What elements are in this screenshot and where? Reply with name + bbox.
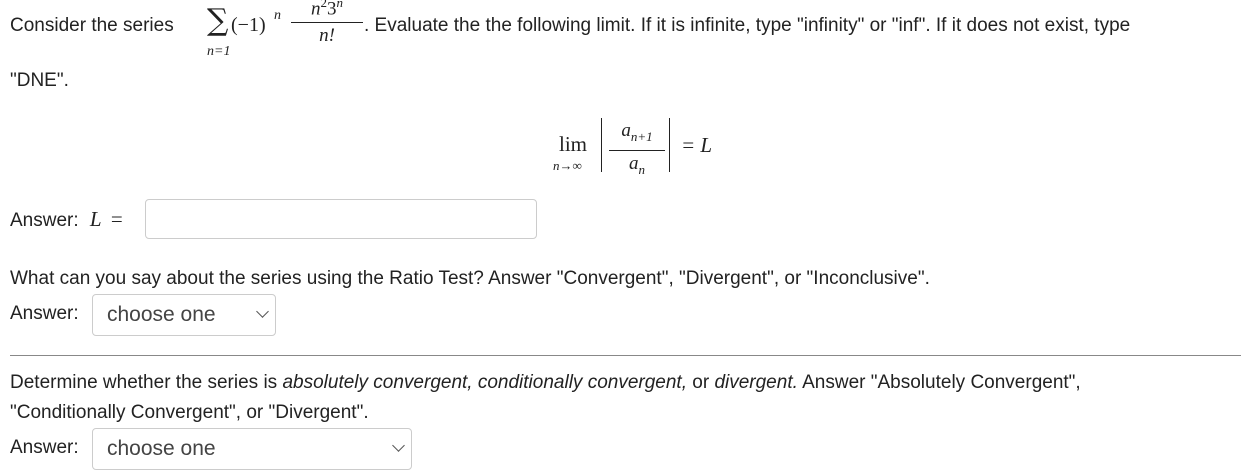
- chevron-down-icon: [256, 305, 269, 318]
- summation-sign: ∑: [207, 3, 229, 38]
- abs-bar-left: [601, 118, 602, 172]
- fraction-numerator: n23n: [311, 0, 343, 20]
- chevron-down-icon: [392, 439, 405, 452]
- answer-label: Answer:: [10, 303, 79, 324]
- sum-lower-limit: n=1: [207, 44, 231, 59]
- instruction-text: . Evaluate the the following limit. If i…: [364, 15, 1131, 36]
- lim-label: lim: [559, 132, 588, 156]
- ratio-fraction: an+1 an: [609, 120, 665, 181]
- ratio-test-question: What can you say about the series using …: [10, 268, 930, 289]
- answer-equals: =: [110, 207, 123, 231]
- classification-question: Determine whether the series is absolute…: [10, 372, 1081, 393]
- select-value: choose one: [107, 437, 216, 460]
- limit-answer-input[interactable]: [145, 199, 537, 239]
- answer-variable: L: [89, 207, 102, 231]
- term-exponent: n: [274, 8, 281, 23]
- fraction-denominator: n!: [319, 25, 335, 47]
- problem-statement: Consider the series ∞ ∑ n=1 (−1) n n23n …: [10, 0, 1235, 64]
- intro-text: Consider the series: [10, 15, 174, 36]
- instruction-text-continued: "DNE".: [10, 70, 69, 91]
- classification-select[interactable]: choose one: [92, 428, 412, 470]
- divider: [10, 355, 1241, 356]
- equals-L: = L: [681, 133, 713, 157]
- select-value: choose one: [107, 303, 216, 326]
- series-fraction: n23n n!: [291, 0, 363, 47]
- answer-row-1: Answer: L =: [10, 207, 123, 232]
- answer-label: Answer:: [10, 437, 79, 458]
- limit-expression: lim n→∞ an+1 an = L: [553, 118, 733, 181]
- lim-subscript: n→∞: [553, 158, 582, 173]
- abs-bar-right: [669, 118, 670, 172]
- answer-label: Answer:: [10, 210, 79, 231]
- classification-question-continued: "Conditionally Convergent", or "Divergen…: [10, 402, 369, 423]
- ratio-test-select[interactable]: choose one: [92, 294, 276, 336]
- term-base: (−1): [231, 14, 266, 36]
